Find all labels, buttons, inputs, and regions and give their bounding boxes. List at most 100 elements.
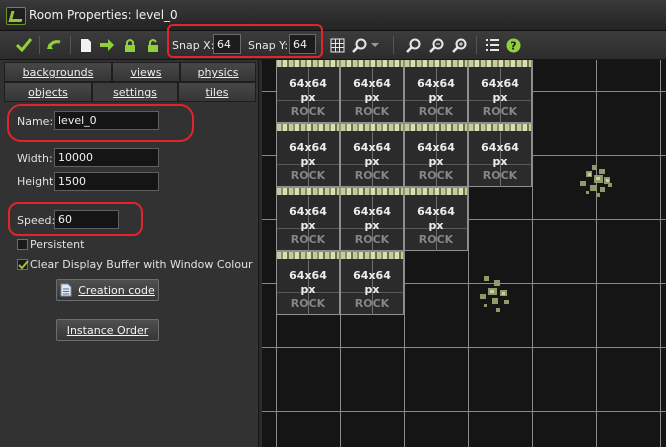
grid-toggle-icon[interactable]: [327, 35, 347, 55]
tile-size-text: 64x64: [481, 141, 519, 154]
ok-checkmark-icon[interactable]: [14, 35, 34, 55]
document-icon: [60, 283, 72, 297]
tile-size-text: 64x64: [289, 269, 327, 282]
tile-size-text: 64x64: [353, 269, 391, 282]
grass-edge: [277, 60, 339, 67]
grass-edge: [405, 188, 467, 195]
tile-name-text: ROCK: [418, 105, 454, 118]
grass-edge: [405, 124, 467, 131]
zoom-icon[interactable]: [404, 35, 424, 55]
grass-edge: [341, 124, 403, 131]
grass-edge: [277, 252, 339, 259]
tile-size-text: 64x64: [417, 205, 455, 218]
rock-tile[interactable]: 64x64 px ROCK: [340, 251, 404, 315]
search-icon[interactable]: [350, 35, 370, 55]
grass-edge: [405, 60, 467, 67]
toolbar-separator: [393, 36, 394, 54]
tile-unit-text: px: [364, 219, 380, 232]
properties-panel: backgrounds views physics objects settin…: [0, 60, 259, 447]
tile-name-text: ROCK: [290, 169, 326, 182]
tile-size-text: 64x64: [417, 77, 455, 90]
room-editor-canvas[interactable]: 64x64 px ROCK 64x64 px ROCK 64x64 px ROCK 64x64 px…: [262, 60, 666, 447]
grid-line-vertical: [532, 60, 533, 447]
grid-line-horizontal: [262, 347, 666, 348]
rock-tile[interactable]: 64x64 px ROCK: [340, 123, 404, 187]
tile-unit-text: px: [300, 91, 316, 104]
rock-tile[interactable]: 64x64 px ROCK: [276, 187, 340, 251]
zoom-out-icon[interactable]: [427, 35, 447, 55]
tile-name-text: ROCK: [290, 105, 326, 118]
tile-size-text: 64x64: [289, 141, 327, 154]
grass-edge: [277, 188, 339, 195]
undo-icon[interactable]: [44, 35, 64, 55]
grass-edge: [341, 188, 403, 195]
grid-line-vertical: [596, 60, 597, 447]
toolbar-separator: [476, 36, 477, 54]
tab-tiles[interactable]: tiles: [178, 82, 256, 102]
rock-tile[interactable]: 64x64 px ROCK: [404, 123, 468, 187]
snap-highlight-annotation: [167, 24, 323, 58]
tile-size-text: 64x64: [481, 77, 519, 90]
rock-tile[interactable]: 64x64 px ROCK: [276, 60, 340, 123]
arrow-right-icon[interactable]: [97, 35, 117, 55]
rock-tile[interactable]: 64x64 px ROCK: [468, 123, 532, 187]
zoom-in-icon[interactable]: [450, 35, 470, 55]
instance-order-button[interactable]: Instance Order: [56, 319, 159, 341]
new-document-icon[interactable]: [76, 35, 96, 55]
lock-icon[interactable]: [120, 35, 140, 55]
help-icon[interactable]: ?: [503, 35, 523, 55]
tile-unit-text: px: [364, 283, 380, 296]
grass-edge: [469, 124, 531, 131]
rock-tile[interactable]: 64x64 px ROCK: [276, 123, 340, 187]
tile-unit-text: px: [492, 91, 508, 104]
grid-line-horizontal: [262, 411, 666, 412]
tile-unit-text: px: [428, 155, 444, 168]
toolbar-separator: [70, 36, 71, 54]
tile-name-text: ROCK: [290, 233, 326, 246]
rock-tile[interactable]: 64x64 px ROCK: [468, 60, 532, 123]
tile-name-text: ROCK: [354, 297, 390, 310]
window-titlebar: Room Properties: level_0: [0, 0, 666, 31]
grass-edge: [341, 60, 403, 67]
rock-tile[interactable]: 64x64 px ROCK: [404, 60, 468, 123]
list-icon[interactable]: [482, 35, 502, 55]
tile-unit-text: px: [428, 91, 444, 104]
persistent-checkbox[interactable]: [17, 239, 28, 250]
toolbar-separator: [39, 36, 40, 54]
tile-size-text: 64x64: [417, 141, 455, 154]
tab-backgrounds[interactable]: backgrounds: [4, 62, 112, 82]
tile-name-text: ROCK: [418, 169, 454, 182]
rock-tile[interactable]: 64x64 px ROCK: [276, 251, 340, 315]
tab-settings[interactable]: settings: [92, 82, 178, 102]
speed-highlight-annotation: [8, 202, 143, 236]
tile-size-text: 64x64: [353, 141, 391, 154]
unlock-icon[interactable]: [143, 35, 163, 55]
creation-code-button[interactable]: Creation code: [56, 279, 159, 301]
gamemaker-logo-icon: [6, 7, 26, 25]
bush-sprite-icon: [580, 165, 612, 197]
tile-unit-text: px: [300, 283, 316, 296]
tile-size-text: 64x64: [289, 205, 327, 218]
tab-objects[interactable]: objects: [4, 82, 92, 102]
tile-name-text: ROCK: [354, 105, 390, 118]
height-label: Height:: [17, 175, 58, 188]
rock-tile[interactable]: 64x64 px ROCK: [404, 187, 468, 251]
rock-tile[interactable]: 64x64 px ROCK: [340, 187, 404, 251]
grid-line-vertical: [660, 60, 661, 447]
tile-name-text: ROCK: [290, 297, 326, 310]
rock-tile[interactable]: 64x64 px ROCK: [340, 60, 404, 123]
room-width-input[interactable]: 10000: [54, 148, 159, 167]
clear-display-checkbox[interactable]: [17, 259, 29, 270]
name-highlight-annotation: [7, 104, 194, 142]
clear-display-label: Clear Display Buffer with Window Colour: [30, 258, 253, 271]
persistent-label: Persistent: [30, 238, 85, 251]
bush-sprite-icon: [480, 276, 509, 312]
tile-unit-text: px: [364, 91, 380, 104]
tab-physics[interactable]: physics: [180, 62, 256, 82]
tab-views[interactable]: views: [112, 62, 180, 82]
chevron-down-icon[interactable]: [369, 35, 381, 55]
tile-name-text: ROCK: [482, 169, 518, 182]
room-height-input[interactable]: 1500: [54, 172, 159, 191]
tile-size-text: 64x64: [353, 205, 391, 218]
tile-unit-text: px: [300, 219, 316, 232]
